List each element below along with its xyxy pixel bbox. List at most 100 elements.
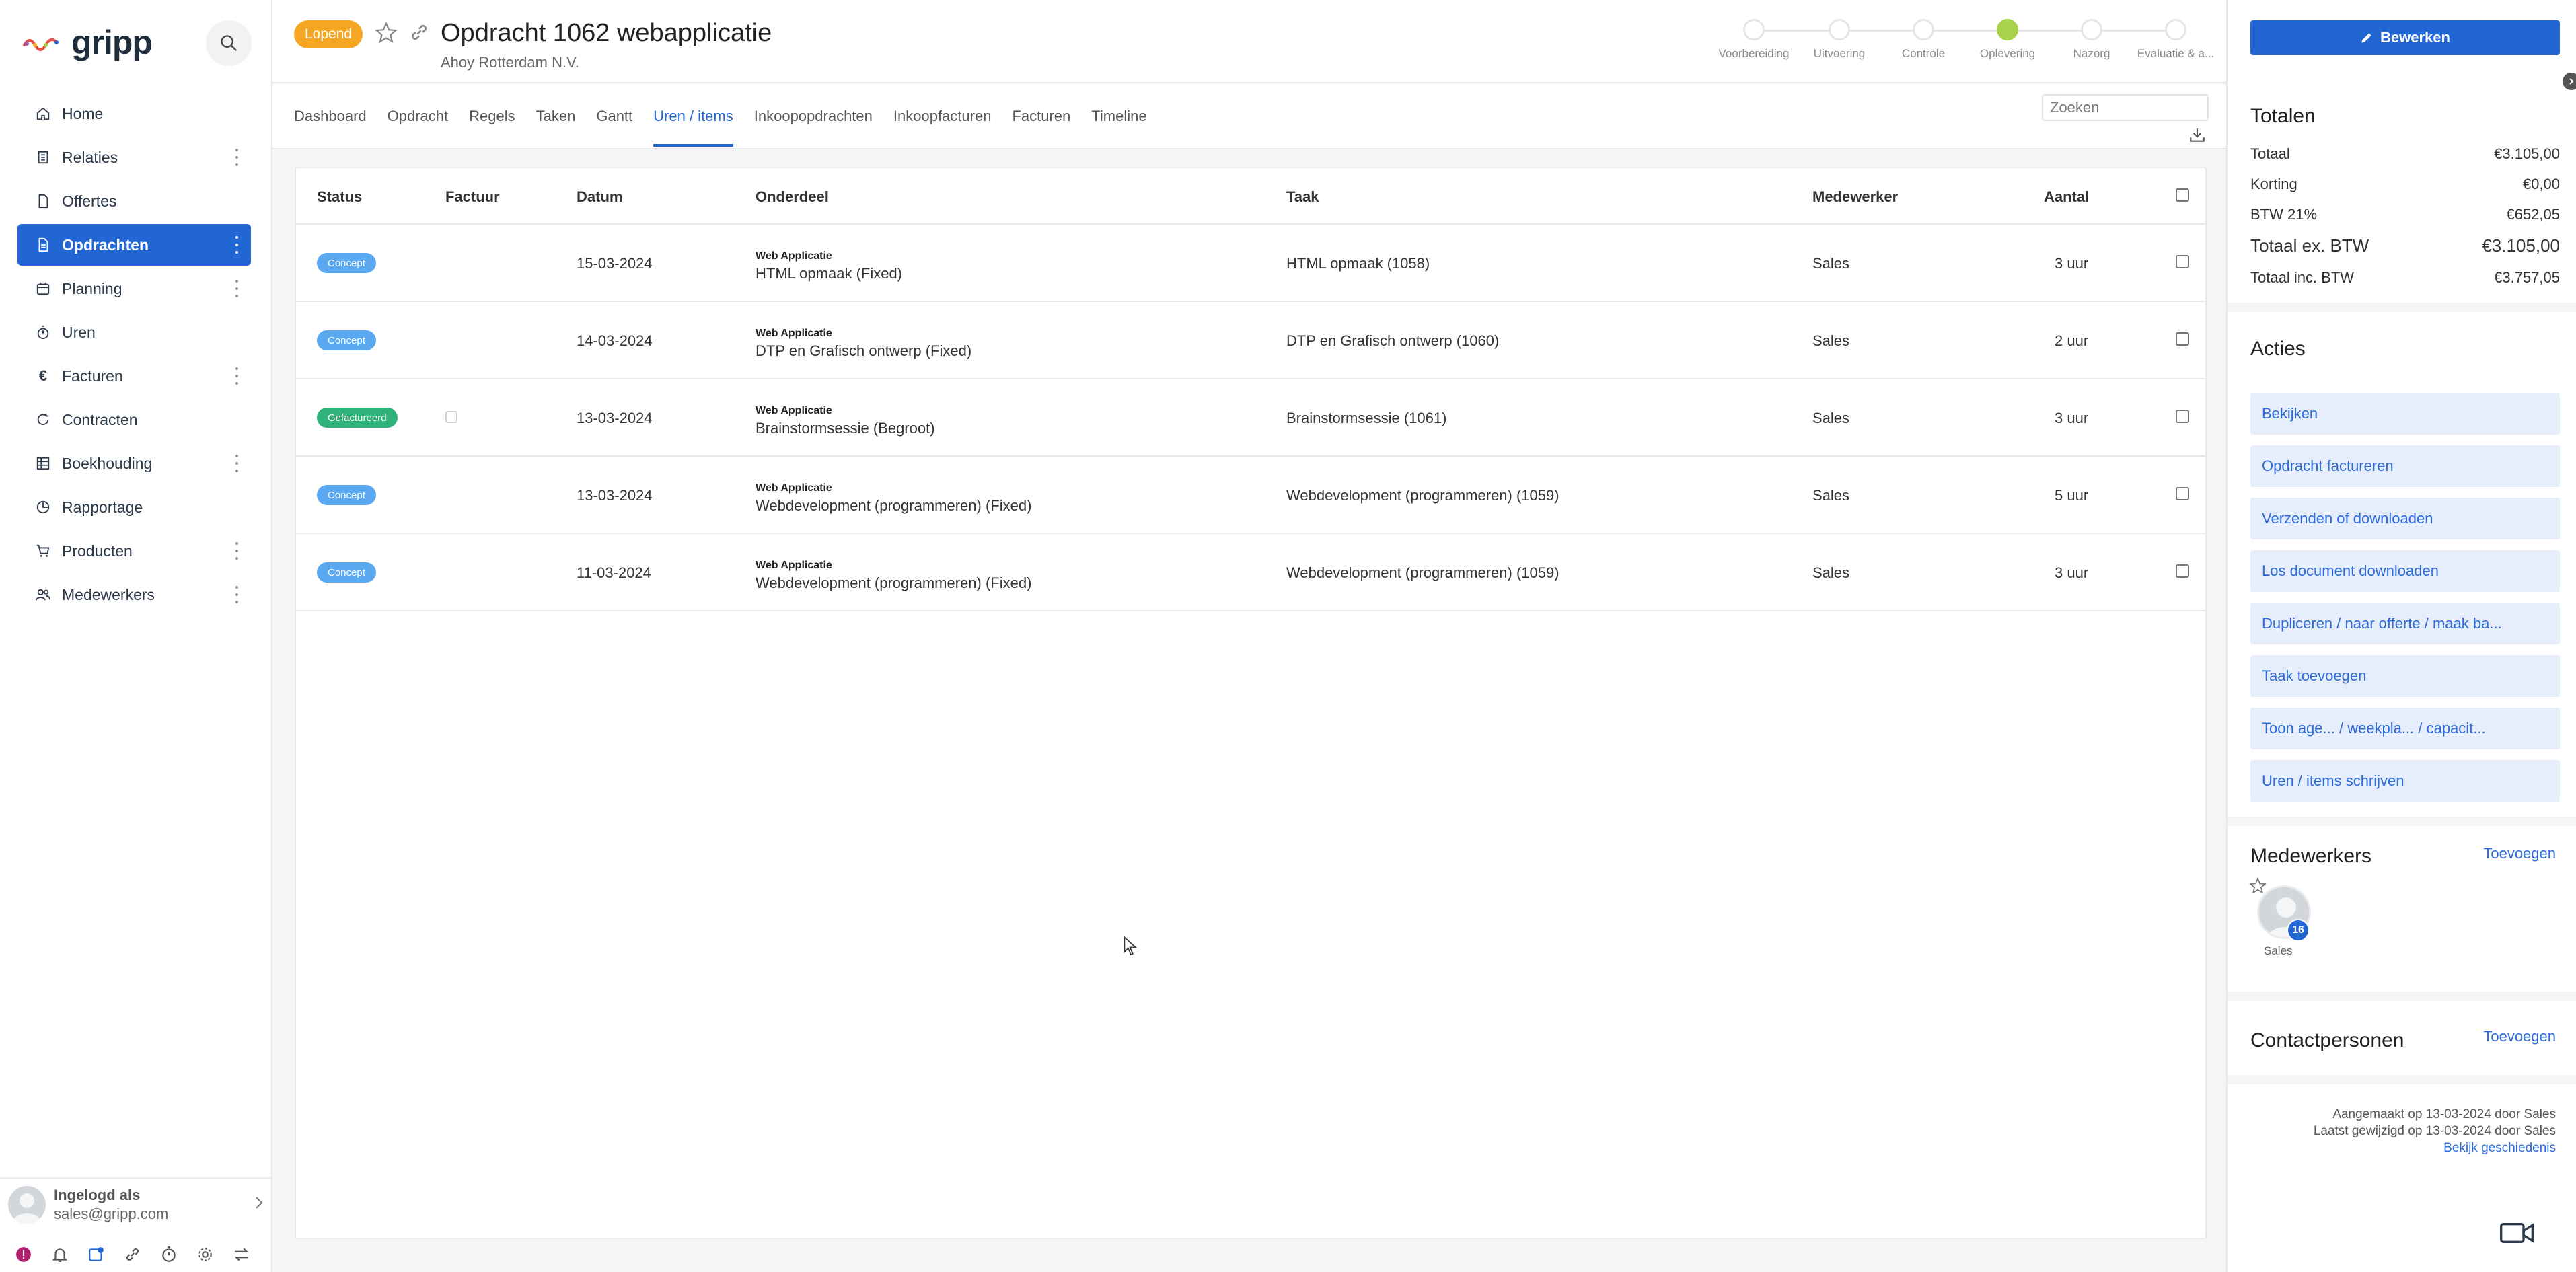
table-row[interactable]: Concept 14-03-2024 Web Applicatie DTP en…: [296, 302, 2205, 379]
tab-bar: Dashboard Opdracht Regels Taken Gantt Ur…: [272, 85, 2226, 149]
chevron-right-icon[interactable]: [254, 1195, 264, 1214]
select-all-checkbox[interactable]: [2176, 188, 2189, 202]
switch-icon[interactable]: [231, 1244, 252, 1265]
gear-icon[interactable]: [195, 1244, 215, 1265]
invoice-checkbox[interactable]: [445, 411, 457, 423]
edit-button[interactable]: Bewerken: [2250, 20, 2560, 55]
chevron-right-icon: [2569, 78, 2574, 85]
column-header-datum[interactable]: Datum: [577, 188, 622, 206]
video-call-icon[interactable]: [2500, 1222, 2534, 1248]
link-icon[interactable]: [122, 1244, 143, 1265]
more-menu-icon[interactable]: [235, 586, 239, 603]
more-menu-icon[interactable]: [235, 149, 239, 166]
nav-item-producten[interactable]: Producten: [17, 530, 251, 572]
date-cell: 14-03-2024: [577, 332, 653, 349]
column-header-taak[interactable]: Taak: [1286, 188, 1319, 206]
tab-dashboard[interactable]: Dashboard: [294, 85, 367, 148]
history-link[interactable]: Bekijk geschiedenis: [2443, 1141, 2556, 1156]
alert-icon[interactable]: [13, 1244, 34, 1265]
add-employee-link[interactable]: Toevoegen: [2483, 845, 2556, 862]
tab-inkoopopdrachten[interactable]: Inkoopopdrachten: [754, 85, 873, 148]
contacts-title: Contactpersonen: [2250, 1029, 2404, 1051]
nav-item-uren[interactable]: Uren: [17, 311, 251, 353]
status-badge: Concept: [317, 562, 376, 583]
total-value: €3.105,00: [2494, 145, 2560, 162]
column-header-medewerker[interactable]: Medewerker: [1812, 188, 1898, 206]
nav-item-relaties[interactable]: Relaties: [17, 137, 251, 178]
status-badge[interactable]: Lopend: [294, 20, 363, 48]
action-bekijken[interactable]: Bekijken: [2250, 393, 2560, 435]
nav-item-contracten[interactable]: Contracten: [17, 399, 251, 441]
phase-step[interactable]: Uitvoering: [1798, 19, 1881, 61]
nav-item-facturen[interactable]: € Facturen: [17, 355, 251, 397]
sidebar-search-button[interactable]: [206, 20, 252, 66]
nav-item-offertes[interactable]: Offertes: [17, 180, 251, 222]
tab-inkoopfacturen[interactable]: Inkoopfacturen: [893, 85, 992, 148]
link-icon[interactable]: [408, 22, 430, 46]
table-row[interactable]: Concept 15-03-2024 Web Applicatie HTML o…: [296, 225, 2205, 302]
home-icon: [35, 106, 51, 122]
action-toon-agenda[interactable]: Toon age... / weekpla... / capacit...: [2250, 708, 2560, 749]
onderdeel-cell: Web Applicatie DTP en Grafisch ontwerp (…: [756, 328, 971, 360]
action-taak-toevoegen[interactable]: Taak toevoegen: [2250, 655, 2560, 697]
tab-uren-items[interactable]: Uren / items: [653, 85, 733, 148]
column-header-factuur[interactable]: Factuur: [445, 188, 500, 206]
table-row[interactable]: Gefactureerd 13-03-2024 Web Applicatie B…: [296, 379, 2205, 457]
logo[interactable]: gripp: [22, 19, 153, 66]
phase-step[interactable]: Controle: [1882, 19, 1965, 61]
date-cell: 13-03-2024: [577, 487, 653, 504]
tab-timeline[interactable]: Timeline: [1091, 85, 1146, 148]
nav-item-boekhouding[interactable]: Boekhouding: [17, 443, 251, 484]
more-menu-icon[interactable]: [235, 455, 239, 472]
apps-icon[interactable]: [86, 1244, 106, 1265]
tab-regels[interactable]: Regels: [469, 85, 515, 148]
action-verzenden-downloaden[interactable]: Verzenden of downloaden: [2250, 498, 2560, 539]
user-box[interactable]: Ingelogd als sales@gripp.com: [0, 1177, 271, 1231]
nav-item-medewerkers[interactable]: Medewerkers: [17, 574, 251, 615]
phase-label: Controle: [1901, 47, 1946, 60]
row-checkbox[interactable]: [2176, 255, 2189, 268]
column-header-onderdeel[interactable]: Onderdeel: [756, 188, 829, 206]
nav-item-home[interactable]: Home: [17, 93, 251, 135]
client-link[interactable]: Ahoy Rotterdam N.V.: [441, 54, 579, 71]
action-dupliceren[interactable]: Dupliceren / naar offerte / maak ba...: [2250, 603, 2560, 644]
search-input[interactable]: [2042, 94, 2209, 121]
bell-icon[interactable]: [50, 1244, 70, 1265]
tab-opdracht[interactable]: Opdracht: [388, 85, 449, 148]
nav-item-rapportage[interactable]: Rapportage: [17, 486, 251, 528]
timer-icon[interactable]: [159, 1244, 179, 1265]
more-menu-icon[interactable]: [235, 367, 239, 385]
column-header-aantal[interactable]: Aantal: [2044, 188, 2089, 206]
more-menu-icon[interactable]: [235, 280, 239, 297]
tab-gantt[interactable]: Gantt: [596, 85, 632, 148]
row-checkbox[interactable]: [2176, 487, 2189, 500]
action-uren-schrijven[interactable]: Uren / items schrijven: [2250, 760, 2560, 802]
phase-label: Uitvoering: [1813, 47, 1866, 60]
column-header-status[interactable]: Status: [317, 188, 362, 206]
nav-item-planning[interactable]: Planning: [17, 268, 251, 309]
collapse-panel-button[interactable]: [2563, 73, 2576, 90]
status-badge: Concept: [317, 330, 376, 350]
employee-cell: Sales: [1812, 564, 1850, 581]
nav-item-label: Home: [62, 104, 104, 122]
nav-item-opdrachten[interactable]: Opdrachten: [17, 224, 251, 266]
phase-step[interactable]: Evaluatie & a...: [2134, 19, 2217, 61]
add-contact-link[interactable]: Toevoegen: [2483, 1028, 2556, 1045]
onderdeel-category: Web Applicatie: [756, 328, 832, 339]
action-opdracht-factureren[interactable]: Opdracht factureren: [2250, 445, 2560, 487]
phase-step[interactable]: Nazorg: [2050, 19, 2133, 61]
star-icon[interactable]: [375, 22, 398, 48]
table-row[interactable]: Concept 11-03-2024 Web Applicatie Webdev…: [296, 534, 2205, 611]
tab-taken[interactable]: Taken: [536, 85, 576, 148]
tab-facturen[interactable]: Facturen: [1012, 85, 1070, 148]
row-checkbox[interactable]: [2176, 410, 2189, 423]
phase-step[interactable]: Voorbereiding: [1712, 19, 1796, 61]
row-checkbox[interactable]: [2176, 332, 2189, 346]
table-row[interactable]: Concept 13-03-2024 Web Applicatie Webdev…: [296, 457, 2205, 534]
more-menu-icon[interactable]: [235, 236, 239, 254]
phase-step-current[interactable]: Oplevering: [1966, 19, 2049, 61]
more-menu-icon[interactable]: [235, 542, 239, 560]
action-los-document[interactable]: Los document downloaden: [2250, 550, 2560, 592]
row-checkbox[interactable]: [2176, 564, 2189, 578]
export-icon[interactable]: [2188, 126, 2206, 147]
